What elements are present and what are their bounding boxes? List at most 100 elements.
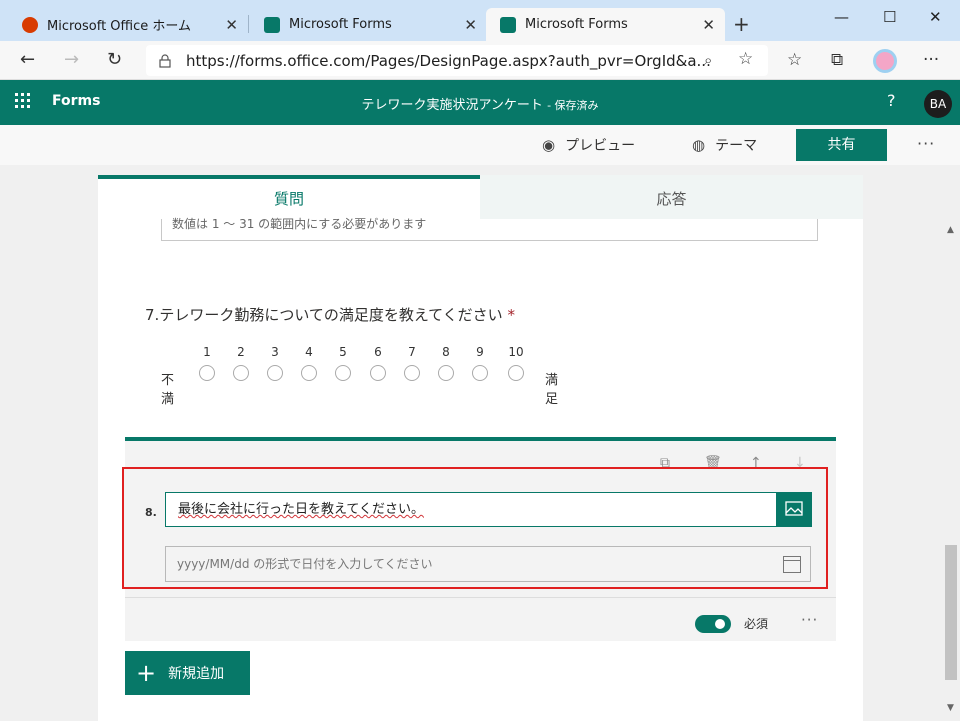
scale-number: 7 (408, 345, 416, 359)
date-input[interactable]: yyyy/MM/dd の形式で日付を入力してください (165, 546, 811, 582)
tab-responses[interactable]: 応答 (480, 175, 863, 219)
plus-icon: + (136, 659, 157, 687)
highlight-box: 8. 最後に会社に行った日を教えてください。 yyyy/MM/dd の形式で日付… (122, 467, 828, 589)
scale-option[interactable]: 8 (437, 345, 455, 381)
scale-option[interactable]: 6 (369, 345, 387, 381)
scale-number: 8 (442, 345, 450, 359)
preview-label: プレビュー (565, 138, 636, 154)
close-window-button[interactable]: ✕ (929, 8, 942, 26)
more-options-icon[interactable]: ··· (917, 134, 935, 153)
scale-option[interactable]: 10 (505, 345, 527, 381)
scale-option[interactable]: 9 (471, 345, 489, 381)
radio-button[interactable] (508, 365, 524, 381)
scale-number: 2 (237, 345, 245, 359)
new-tab-button[interactable]: + (733, 12, 750, 36)
collections-icon[interactable]: ⧉ (831, 50, 843, 70)
radio-button[interactable] (335, 365, 351, 381)
scale-number: 6 (374, 345, 382, 359)
palette-icon: ◍ (692, 136, 706, 154)
browser-tab-strip: Microsoft Office ホーム ✕ Microsoft Forms ✕… (0, 0, 960, 41)
scale-option[interactable]: 7 (403, 345, 421, 381)
radio-button[interactable] (267, 365, 283, 381)
scale-option[interactable]: 2 (232, 345, 250, 381)
question-number: 8. (145, 506, 157, 519)
scroll-down-icon[interactable]: ▼ (947, 703, 954, 713)
settings-more-icon[interactable]: ··· (923, 50, 939, 70)
question-footer: 必須 ··· (125, 597, 836, 643)
question-7-title[interactable]: 7.テレワーク勤務についての満足度を教えてください * (145, 304, 515, 325)
url-text: https://forms.office.com/Pages/DesignPag… (186, 51, 711, 70)
forms-favicon-icon (264, 16, 280, 33)
zoom-icon[interactable]: ⌕ (704, 51, 712, 69)
minimize-button[interactable]: — (834, 8, 849, 26)
scale-high-label: 満足 (545, 373, 559, 407)
radio-button[interactable] (233, 365, 249, 381)
scrollbar-thumb[interactable] (945, 545, 957, 680)
avatar[interactable]: BA (924, 90, 952, 118)
scale-option[interactable]: 1 (198, 345, 216, 381)
browser-tab-forms-1[interactable]: Microsoft Forms ✕ (250, 8, 487, 41)
maximize-button[interactable]: ☐ (883, 8, 896, 26)
date-placeholder: yyyy/MM/dd の形式で日付を入力してください (177, 557, 433, 571)
scale-option[interactable]: 5 (334, 345, 352, 381)
back-button[interactable]: ← (20, 49, 35, 70)
more-settings-icon[interactable]: ··· (801, 611, 818, 629)
add-new-label: 新規追加 (168, 666, 225, 682)
help-icon[interactable]: ? (887, 91, 896, 110)
preview-button[interactable]: ◉ プレビュー (542, 135, 635, 155)
scale-number: 5 (339, 345, 347, 359)
radio-button[interactable] (472, 365, 488, 381)
form-tabs: 質問 応答 (98, 175, 863, 219)
required-toggle[interactable] (695, 615, 731, 633)
address-bar[interactable]: https://forms.office.com/Pages/DesignPag… (146, 45, 768, 76)
question-8-editor: ⧉ 🗑 ↑ ↓ 8. 最後に会社に行った日を教えてください。 yyyy/MM/d… (122, 437, 836, 643)
scale-low-label: 不満 (161, 373, 175, 407)
form-title-text: テレワーク実施状況アンケート (361, 98, 543, 113)
tab-questions[interactable]: 質問 (98, 175, 480, 219)
share-button[interactable]: 共有 (796, 129, 887, 161)
form-toolbar: ◉ プレビュー ◍ テーマ 共有 ··· (0, 125, 960, 165)
radio-button[interactable] (438, 365, 454, 381)
forward-button[interactable]: → (64, 49, 79, 70)
vertical-scrollbar[interactable]: ▲ ▼ (943, 165, 960, 721)
question-text: 最後に会社に行った日を教えてください。 (178, 502, 424, 517)
image-icon (785, 501, 803, 516)
question-text: テレワーク勤務についての満足度を教えてください (159, 306, 503, 324)
calendar-icon[interactable] (783, 556, 801, 573)
lock-icon (159, 53, 171, 68)
insert-image-button[interactable] (776, 492, 812, 527)
tab-separator (248, 15, 249, 33)
radio-button[interactable] (301, 365, 317, 381)
browser-tab-title: Microsoft Forms (289, 17, 392, 32)
scale-number: 10 (508, 345, 524, 359)
radio-button[interactable] (404, 365, 420, 381)
theme-button[interactable]: ◍ テーマ (692, 135, 757, 155)
profile-icon[interactable] (873, 49, 897, 73)
required-mark: * (507, 306, 515, 324)
scale-option[interactable]: 4 (300, 345, 318, 381)
refresh-button[interactable]: ↻ (107, 49, 122, 70)
close-tab-icon[interactable]: ✕ (702, 16, 715, 34)
browser-tab-forms-active[interactable]: Microsoft Forms ✕ (486, 8, 725, 41)
add-new-button[interactable]: + 新規追加 (125, 651, 250, 695)
close-tab-icon[interactable]: ✕ (464, 16, 477, 34)
form-card: 質問 応答 数値は 1 ～ 31 の範囲内にする必要があります 7.テレワーク勤… (98, 175, 863, 721)
save-status: - 保存済み (547, 99, 599, 112)
radio-button[interactable] (199, 365, 215, 381)
browser-toolbar: ← → ↻ https://forms.office.com/Pages/Des… (0, 41, 960, 80)
form-canvas: 質問 応答 数値は 1 ～ 31 の範囲内にする必要があります 7.テレワーク勤… (0, 165, 943, 721)
favorite-star-icon[interactable]: ☆ (738, 49, 753, 69)
form-title: テレワーク実施状況アンケート - 保存済み (0, 94, 960, 113)
scale-option[interactable]: 3 (266, 345, 284, 381)
radio-button[interactable] (370, 365, 386, 381)
scale-number: 3 (271, 345, 279, 359)
scroll-up-icon[interactable]: ▲ (947, 225, 954, 235)
forms-header: Forms テレワーク実施状況アンケート - 保存済み ? BA (0, 80, 960, 125)
close-tab-icon[interactable]: ✕ (225, 16, 238, 34)
theme-label: テーマ (715, 138, 758, 154)
browser-tab-office-home[interactable]: Microsoft Office ホーム ✕ (8, 8, 248, 41)
favorites-icon[interactable]: ☆ (787, 50, 802, 70)
question-text-input[interactable]: 最後に会社に行った日を教えてください。 (165, 492, 777, 527)
question-number: 7. (145, 306, 160, 324)
eye-icon: ◉ (542, 136, 556, 154)
